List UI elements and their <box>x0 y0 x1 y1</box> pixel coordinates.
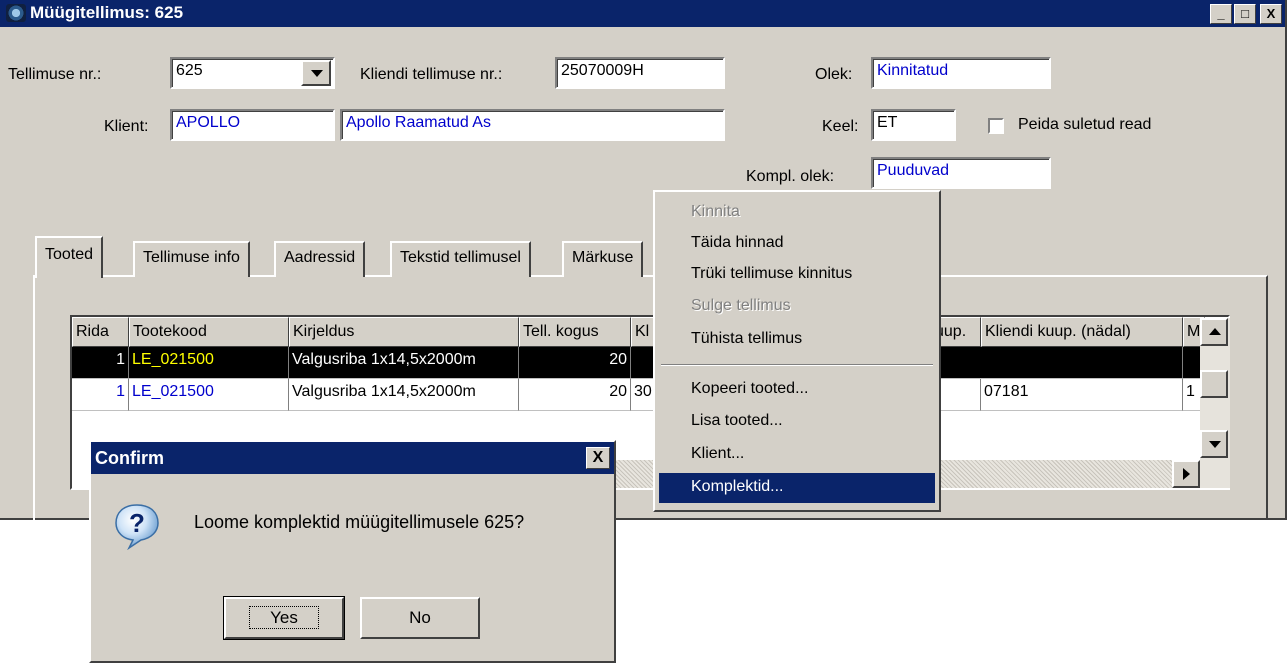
no-button-label: No <box>409 608 431 627</box>
kit-status-value: Puuduvad <box>877 162 950 179</box>
row-1-code-text: LE_021500 <box>132 351 214 368</box>
menu-item-kits[interactable]: Komplektid... <box>659 473 935 503</box>
minimize-button[interactable]: _ <box>1210 4 1232 24</box>
status-label: Olek: <box>815 66 853 83</box>
scroll-thumb[interactable] <box>1200 370 1228 398</box>
customer-order-number-label: Kliendi tellimuse nr.: <box>360 66 503 83</box>
table-row-1-cell-description[interactable]: Valgusriba 1x14,5x2000m <box>289 347 519 379</box>
order-number-dropdown-button[interactable] <box>301 60 331 86</box>
kit-status-field[interactable]: Puuduvad <box>871 157 1051 189</box>
yes-button[interactable]: Yes <box>223 596 345 640</box>
dialog-message: Loome komplektid müügitellimusele 625? <box>194 512 525 532</box>
client-code-value: APOLLO <box>176 114 241 131</box>
scroll-down-arrow-icon[interactable] <box>1200 430 1228 458</box>
client-code-field[interactable]: APOLLO <box>170 109 335 141</box>
table-row-2-cell-quantity[interactable]: 20 <box>519 379 631 411</box>
confirm-dialog: Confirm X ? Loome komplektid müügitellim… <box>89 440 616 663</box>
table-row-2-cell-row[interactable]: 1 <box>72 379 129 411</box>
scroll-right-arrow-icon[interactable] <box>1172 460 1200 488</box>
maximize-button[interactable]: □ <box>1234 4 1256 24</box>
app-icon <box>6 4 26 22</box>
col-header-quantity[interactable]: Tell. kogus <box>519 317 631 347</box>
tab-order-info[interactable]: Tellimuse info <box>133 241 250 277</box>
dialog-close-button[interactable]: X <box>586 447 610 469</box>
scroll-up-arrow-icon[interactable] <box>1200 318 1228 346</box>
menu-item-print-confirmation[interactable]: Trüki tellimuse kinnitus <box>659 260 935 290</box>
yes-button-label: Yes <box>249 606 319 629</box>
table-row-2-cell-client-week[interactable]: 07181 <box>981 379 1183 411</box>
client-name-field[interactable]: Apollo Raamatud As <box>340 109 725 141</box>
close-button[interactable]: X <box>1260 4 1282 24</box>
menu-item-confirm: Kinnita <box>691 203 740 220</box>
status-value: Kinnitatud <box>877 62 949 79</box>
customer-order-number-value: 25070009H <box>561 62 644 79</box>
col-header-row[interactable]: Rida <box>72 317 129 347</box>
hide-closed-rows-label: Peida suletud read <box>1018 116 1152 133</box>
language-field[interactable]: ET <box>871 109 956 141</box>
hide-closed-rows-checkbox[interactable] <box>988 118 1004 134</box>
customer-order-number-field[interactable]: 25070009H <box>555 57 725 89</box>
client-name-value: Apollo Raamatud As <box>346 114 491 131</box>
dialog-title: Confirm <box>95 448 164 468</box>
no-button[interactable]: No <box>360 597 480 639</box>
col-header-client-week[interactable]: Kliendi kuup. (nädal) <box>981 317 1183 347</box>
table-row-1-cell-quantity[interactable]: 20 <box>519 347 631 379</box>
col-header-code[interactable]: Tootekood <box>129 317 289 347</box>
tab-addresses[interactable]: Aadressid <box>274 241 366 277</box>
menu-item-close-order: Sulge tellimus <box>691 297 791 314</box>
menu-item-add-products[interactable]: Lisa tooted... <box>659 407 935 437</box>
table-row-1-cell-row[interactable]: 1 <box>72 347 129 379</box>
menu-separator <box>661 364 933 366</box>
order-number-label: Tellimuse nr.: <box>8 66 102 83</box>
window-title: Müügitellimus: 625 <box>30 3 184 22</box>
context-menu: Kinnita Täida hinnad Trüki tellimuse kin… <box>653 190 941 512</box>
window-titlebar[interactable]: Müügitellimus: 625 _ □ X <box>0 0 1285 27</box>
kit-status-label: Kompl. olek: <box>746 168 835 185</box>
table-row-2-cell-description[interactable]: Valgusriba 1x14,5x2000m <box>289 379 519 411</box>
table-row-2-cell-code[interactable]: LE_021500 <box>129 379 289 411</box>
dialog-titlebar[interactable]: Confirm X <box>91 442 614 474</box>
status-field[interactable]: Kinnitatud <box>871 57 1051 89</box>
table-row-1-cell-code[interactable]: LE_021500 <box>129 347 289 379</box>
col-header-description[interactable]: Kirjeldus <box>289 317 519 347</box>
language-label: Keel: <box>822 118 859 135</box>
tab-notes[interactable]: Märkuse <box>562 241 644 277</box>
menu-item-copy-products[interactable]: Kopeeri tooted... <box>659 375 935 405</box>
menu-item-fill-prices[interactable]: Täida hinnad <box>659 229 935 259</box>
menu-item-client[interactable]: Klient... <box>659 440 935 470</box>
menu-item-cancel-order[interactable]: Tühista tellimus <box>659 325 935 355</box>
svg-text:?: ? <box>129 508 145 538</box>
language-value: ET <box>877 114 898 131</box>
tab-products[interactable]: Tooted <box>35 236 104 278</box>
order-number-value: 625 <box>176 62 203 79</box>
client-label: Klient: <box>104 118 149 135</box>
tab-texts[interactable]: Tekstid tellimusel <box>390 241 531 277</box>
question-icon: ? <box>115 504 159 550</box>
grid-vertical-scrollbar[interactable] <box>1200 318 1230 488</box>
